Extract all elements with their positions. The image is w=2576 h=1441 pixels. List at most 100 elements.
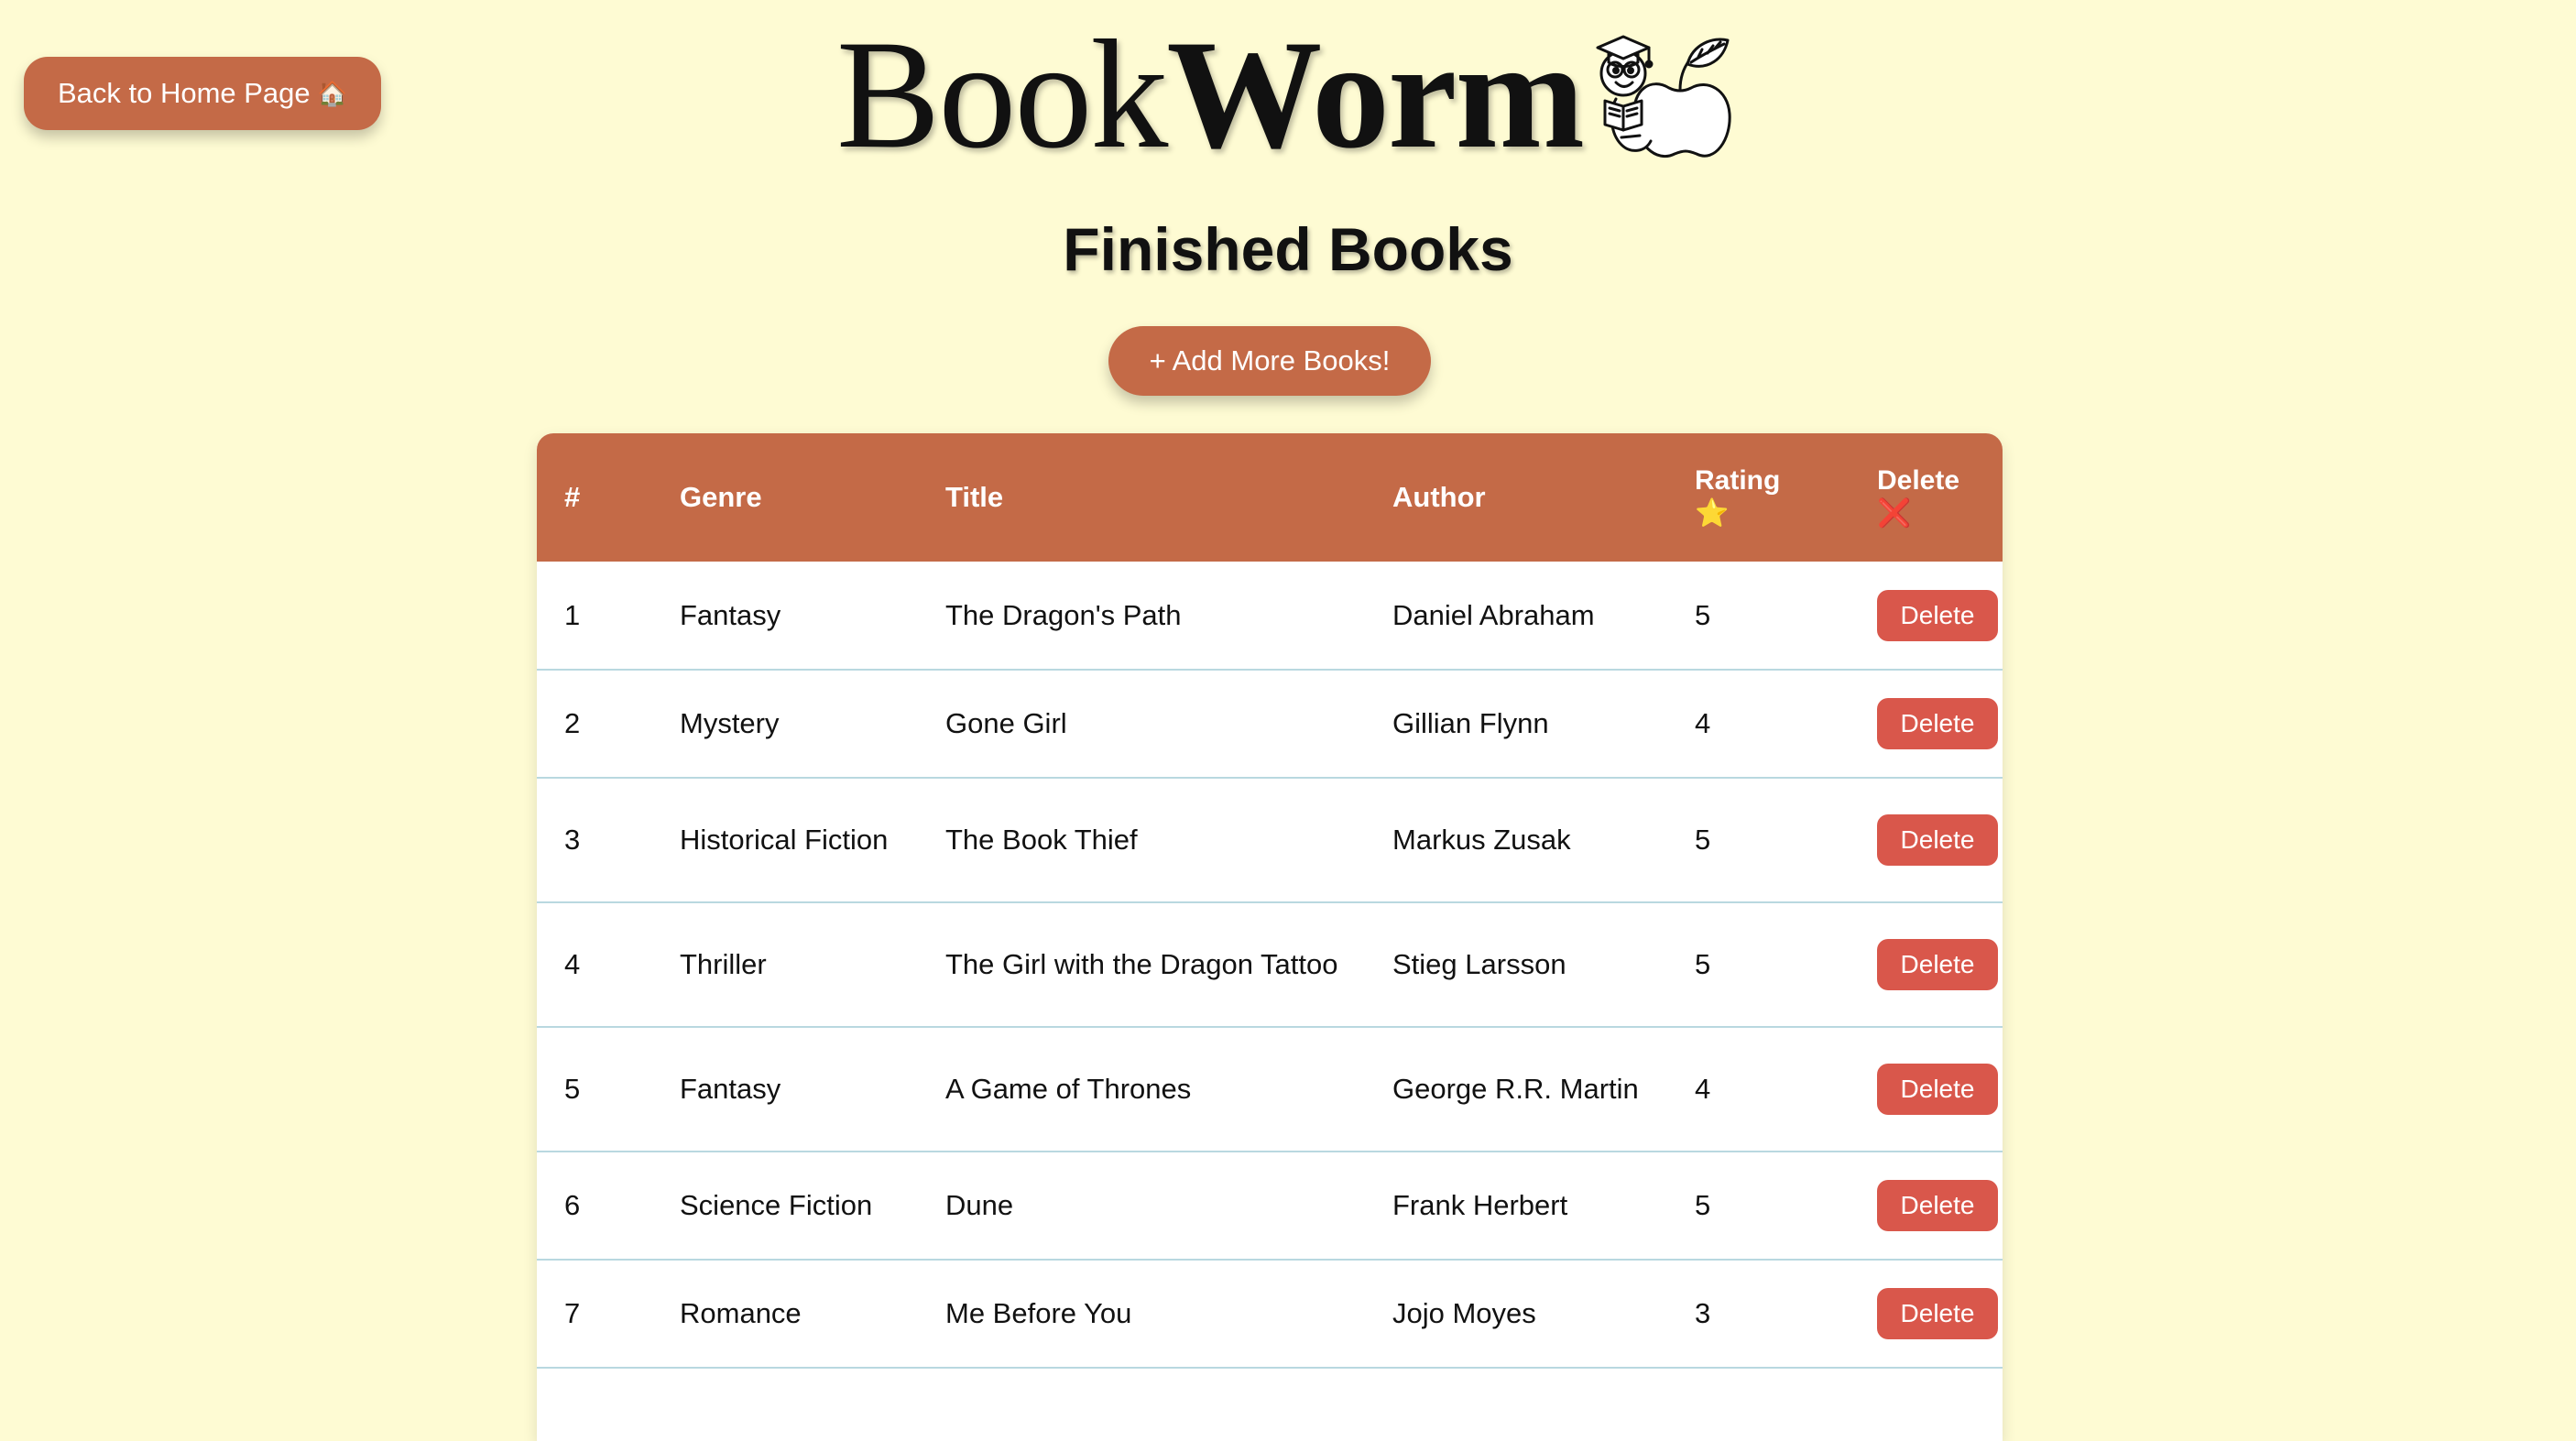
row-title: Dune xyxy=(945,1189,1014,1221)
row-rating-cell: 4 xyxy=(1695,1027,1877,1152)
row-number: 4 xyxy=(564,948,581,980)
bookworm-logo: BookWorm xyxy=(836,16,1585,172)
row-author: Frank Herbert xyxy=(1392,1189,1568,1221)
delete-button[interactable]: Delete xyxy=(1877,1288,1998,1339)
row-title-cell: Me Before You xyxy=(945,1260,1392,1369)
row-genre-cell: Thriller xyxy=(680,902,945,1028)
row-rating-cell: 5 xyxy=(1695,562,1877,671)
row-number: 5 xyxy=(564,1073,581,1105)
row-delete-cell: Delete xyxy=(1877,670,2003,779)
row-author: Jojo Moyes xyxy=(1392,1297,1536,1329)
column-header-genre: Genre xyxy=(680,481,762,513)
row-rating-cell: 5 xyxy=(1695,778,1877,903)
table-body: 1 Fantasy The Dragon's Path Daniel Abraham 5… xyxy=(537,562,2003,1369)
row-title: The Dragon's Path xyxy=(945,598,1182,631)
row-author-cell: Gillian Flynn xyxy=(1392,670,1695,779)
row-genre: Mystery xyxy=(680,707,780,739)
row-rating: 4 xyxy=(1695,1073,1711,1105)
column-header-title: Title xyxy=(945,481,1004,513)
delete-button[interactable]: Delete xyxy=(1877,814,1998,866)
row-number-cell: 1 xyxy=(537,562,680,671)
row-rating-cell: 5 xyxy=(1695,902,1877,1028)
column-header-number: # xyxy=(564,481,581,513)
row-title: A Game of Thrones xyxy=(945,1073,1192,1105)
row-title: The Book Thief xyxy=(945,824,1138,856)
row-number: 7 xyxy=(564,1297,581,1329)
row-delete-cell: Delete xyxy=(1877,1152,2003,1261)
row-title-cell: A Game of Thrones xyxy=(945,1027,1392,1152)
delete-button[interactable]: Delete xyxy=(1877,698,1998,749)
column-header-delete-label: Delete xyxy=(1877,465,1960,496)
row-rating-cell: 5 xyxy=(1695,1152,1877,1261)
row-author-cell: Markus Zusak xyxy=(1392,778,1695,903)
row-title-cell: Gone Girl xyxy=(945,670,1392,779)
row-title: Me Before You xyxy=(945,1297,1132,1329)
logo-text-worm: Worm xyxy=(1166,8,1585,180)
row-author-cell: Daniel Abraham xyxy=(1392,562,1695,671)
delete-button[interactable]: Delete xyxy=(1877,939,1998,990)
row-title-cell: The Dragon's Path xyxy=(945,562,1392,671)
table-row: 4 Thriller The Girl with the Dragon Tattoo… xyxy=(537,902,2003,1028)
delete-button[interactable]: Delete xyxy=(1877,1180,1998,1231)
row-author: Gillian Flynn xyxy=(1392,707,1549,739)
back-to-home-button[interactable]: Back to Home Page 🏠 xyxy=(24,57,381,130)
row-author-cell: Stieg Larsson xyxy=(1392,902,1695,1028)
row-genre-cell: Fantasy xyxy=(680,562,945,671)
row-rating-cell: 3 xyxy=(1695,1260,1877,1369)
row-author: Daniel Abraham xyxy=(1392,598,1595,631)
row-genre-cell: Romance xyxy=(680,1260,945,1369)
logo-text: BookWorm xyxy=(836,16,1585,172)
column-header-delete: Delete ❌ xyxy=(1877,433,2003,562)
row-number-cell: 7 xyxy=(537,1260,680,1369)
delete-button[interactable]: Delete xyxy=(1877,589,1998,641)
logo-text-book: Book xyxy=(836,8,1168,180)
column-header-rating: Rating ⭐ xyxy=(1695,433,1877,562)
bookworm-mascot-icon xyxy=(1596,35,1731,158)
row-title-cell: The Girl with the Dragon Tattoo xyxy=(945,902,1392,1028)
cross-icon: ❌ xyxy=(1877,498,1912,529)
add-more-books-button[interactable]: + Add More Books! xyxy=(1108,326,1431,396)
finished-books-table: # Genre Title Author Rating ⭐ Delete ❌ 1… xyxy=(537,433,2003,1441)
row-number-cell: 5 xyxy=(537,1027,680,1152)
row-author: George R.R. Martin xyxy=(1392,1073,1639,1105)
delete-button[interactable]: Delete xyxy=(1877,1064,1998,1115)
table-row: 1 Fantasy The Dragon's Path Daniel Abraham 5… xyxy=(537,562,2003,671)
row-title: The Girl with the Dragon Tattoo xyxy=(945,948,1338,980)
row-delete-cell: Delete xyxy=(1877,778,2003,903)
table-row: 6 Science Fiction Dune Frank Herbert 5 Delete xyxy=(537,1152,2003,1261)
row-number-cell: 6 xyxy=(537,1152,680,1261)
row-delete-cell: Delete xyxy=(1877,1027,2003,1152)
row-title: Gone Girl xyxy=(945,707,1067,739)
row-genre-cell: Science Fiction xyxy=(680,1152,945,1261)
row-author: Stieg Larsson xyxy=(1392,948,1566,980)
table-row: 2 Mystery Gone Girl Gillian Flynn 4 Delete xyxy=(537,670,2003,779)
page-title: Finished Books xyxy=(1063,215,1513,283)
row-number-cell: 4 xyxy=(537,902,680,1028)
back-to-home-label: Back to Home Page xyxy=(57,77,311,109)
row-genre-cell: Historical Fiction xyxy=(680,778,945,903)
table-row: 5 Fantasy A Game of Thrones George R.R. Mar… xyxy=(537,1027,2003,1152)
row-genre: Thriller xyxy=(680,948,767,980)
row-rating: 5 xyxy=(1695,824,1711,856)
row-genre: Historical Fiction xyxy=(680,824,889,856)
row-number-cell: 2 xyxy=(537,670,680,779)
row-author-cell: Jojo Moyes xyxy=(1392,1260,1695,1369)
row-genre-cell: Fantasy xyxy=(680,1027,945,1152)
row-author: Markus Zusak xyxy=(1392,824,1571,856)
column-header-rating-label: Rating xyxy=(1695,465,1781,496)
row-genre: Science Fiction xyxy=(680,1189,873,1221)
row-number: 1 xyxy=(564,598,581,631)
row-rating-cell: 4 xyxy=(1695,670,1877,779)
row-number-cell: 3 xyxy=(537,778,680,903)
row-rating: 4 xyxy=(1695,707,1711,739)
row-delete-cell: Delete xyxy=(1877,1260,2003,1369)
row-delete-cell: Delete xyxy=(1877,902,2003,1028)
row-delete-cell: Delete xyxy=(1877,562,2003,671)
row-title-cell: Dune xyxy=(945,1152,1392,1261)
row-genre: Fantasy xyxy=(680,598,781,631)
row-genre: Romance xyxy=(680,1297,802,1329)
row-genre: Fantasy xyxy=(680,1073,781,1105)
row-author-cell: George R.R. Martin xyxy=(1392,1027,1695,1152)
row-rating: 3 xyxy=(1695,1297,1711,1329)
row-number: 6 xyxy=(564,1189,581,1221)
